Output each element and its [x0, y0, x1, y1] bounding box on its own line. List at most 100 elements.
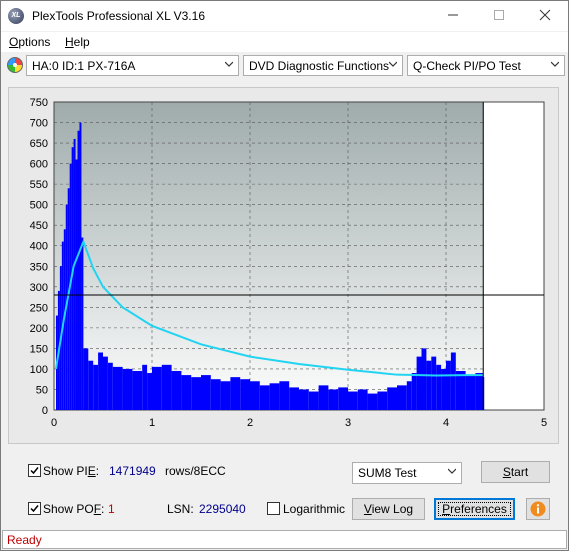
pi-bar: [450, 352, 456, 410]
show-pie-checkbox[interactable]: [28, 464, 41, 477]
pi-bar: [367, 393, 378, 410]
app-logo-icon: XL: [8, 8, 24, 24]
start-button[interactable]: Start: [481, 461, 550, 483]
menu-help-rest: elp: [73, 35, 90, 49]
x-axis-ticks: 0 1 2 3 4 5: [51, 417, 547, 429]
y-tick-label: 400: [30, 241, 48, 253]
show-pof-accel: F: [93, 502, 102, 516]
pi-bar: [181, 375, 192, 410]
pi-bar: [161, 364, 172, 410]
pi-bar: [77, 130, 80, 410]
pi-bar: [73, 138, 76, 410]
pi-bar: [142, 364, 148, 410]
pi-bar: [79, 122, 82, 411]
pi-bar: [338, 387, 348, 410]
window-title: PlexTools Professional XL V3.16: [32, 9, 205, 23]
x-tick-label: 3: [345, 417, 351, 429]
close-icon[interactable]: [522, 1, 568, 31]
pi-bar: [230, 377, 241, 410]
status-text: Ready: [7, 533, 42, 547]
test-select-value: Q-Check PI/PO Test: [413, 59, 521, 73]
pi-bar: [436, 364, 442, 410]
pi-bar: [122, 368, 133, 410]
pi-bar: [397, 385, 407, 410]
pi-bar: [377, 391, 388, 410]
pi-bar: [421, 348, 427, 410]
view-log-button[interactable]: View Log: [352, 498, 425, 520]
pi-bar: [98, 352, 103, 410]
y-tick-label: 700: [30, 118, 48, 130]
pi-bar: [328, 389, 339, 410]
y-tick-label: 200: [30, 323, 48, 335]
sum8-select[interactable]: SUM8 Test: [352, 462, 462, 484]
show-pof-suffix: :: [101, 502, 105, 516]
pi-bar: [357, 389, 368, 410]
show-pie-label-prefix: Show PI: [43, 464, 88, 478]
menu-options[interactable]: Options: [9, 35, 50, 49]
unscanned-region: [483, 102, 544, 410]
pi-bar: [103, 356, 108, 410]
pi-bar: [308, 391, 319, 410]
pi-bar: [93, 364, 99, 410]
info-button[interactable]: [526, 498, 550, 520]
function-select[interactable]: DVD Diagnostic Functions: [243, 55, 403, 76]
pi-bar: [455, 370, 466, 410]
show-pie-suffix: :: [95, 464, 100, 478]
menu-help[interactable]: Help: [65, 35, 90, 49]
pi-bar: [132, 370, 143, 410]
pie-total-value: 1471949: [109, 464, 156, 478]
pi-bar: [299, 389, 309, 410]
pi-bar: [465, 375, 476, 410]
pi-bar: [152, 366, 162, 410]
pi-bar: [220, 381, 231, 410]
y-tick-label: 750: [30, 97, 48, 109]
logarithmic-checkbox[interactable]: [267, 502, 280, 515]
start-accel: S: [502, 465, 511, 479]
minimize-icon[interactable]: [430, 1, 476, 31]
pi-bar: [279, 381, 290, 410]
show-pof-label-prefix: Show PO: [43, 502, 94, 516]
pi-bar: [348, 391, 358, 410]
pi-bar: [387, 387, 397, 410]
y-tick-label: 500: [30, 200, 48, 212]
show-pof-label[interactable]: Show POF:: [43, 502, 104, 516]
pipo-chart: 0501001502002503003504004505005506006507…: [30, 97, 547, 429]
pi-bar: [259, 385, 270, 410]
toolbar: HA:0 ID:1 PX-716A DVD Diagnostic Functio…: [1, 53, 568, 79]
pi-bar: [446, 360, 451, 410]
maximize-icon[interactable]: [476, 1, 522, 31]
pi-bar: [75, 159, 78, 410]
start-rest: tart: [510, 465, 529, 479]
y-tick-label: 650: [30, 138, 48, 150]
lsn-label: LSN:: [167, 502, 194, 516]
view-log-rest: iew Log: [371, 502, 414, 516]
pi-bar: [107, 362, 113, 410]
lsn-value: 2295040: [199, 502, 246, 516]
pipo-chart-panel: 0 50 100 150 200 250 300 350 400 450 500 550 600 650 7…: [8, 87, 559, 444]
x-tick-label: 1: [149, 417, 155, 429]
show-pie-label[interactable]: Show PIE:: [43, 464, 99, 478]
y-tick-label: 350: [30, 261, 48, 273]
menu-options-rest: ptions: [18, 35, 51, 49]
show-pof-checkbox[interactable]: [28, 502, 41, 515]
y-tick-label: 250: [30, 302, 48, 314]
preferences-button[interactable]: Preferences: [434, 498, 515, 520]
pi-bar: [426, 360, 432, 410]
pi-bar: [431, 356, 437, 410]
pi-bar: [406, 381, 412, 410]
pi-bar: [81, 237, 84, 410]
logarithmic-label[interactable]: Logarithmic: [283, 502, 345, 516]
pi-bar: [83, 348, 89, 410]
pi-bar: [250, 381, 260, 410]
x-tick-label: 5: [541, 417, 547, 429]
menu-bar: Options Help: [1, 32, 568, 52]
menu-options-accel: O: [9, 35, 19, 49]
y-tick-label: 550: [30, 179, 48, 191]
view-log-accel: V: [363, 502, 372, 516]
test-select[interactable]: Q-Check PI/PO Test: [407, 55, 565, 76]
pi-bar: [411, 373, 417, 410]
y-tick-label: 600: [30, 159, 48, 171]
pi-bar: [112, 366, 123, 410]
drive-select[interactable]: HA:0 ID:1 PX-716A: [26, 55, 239, 76]
x-tick-label: 2: [247, 417, 253, 429]
